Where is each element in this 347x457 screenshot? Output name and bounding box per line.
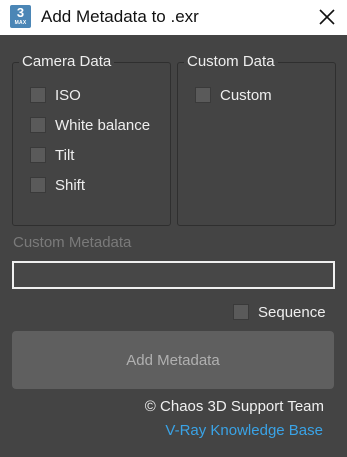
iso-checkbox[interactable] (30, 87, 46, 103)
sequence-label: Sequence (258, 304, 326, 321)
custom-metadata-input[interactable] (12, 261, 335, 289)
camera-data-title: Camera Data (19, 53, 115, 70)
title-bar: 3 MAX Add Metadata to .exr (0, 0, 347, 35)
white-balance-checkbox[interactable] (30, 117, 46, 133)
custom-label: Custom (220, 87, 272, 104)
shift-label: Shift (55, 177, 86, 194)
tilt-label: Tilt (55, 147, 75, 164)
iso-label: ISO (55, 87, 81, 104)
close-button[interactable] (313, 3, 341, 31)
sequence-checkbox[interactable] (233, 304, 249, 320)
3ds-max-app-icon: 3 MAX (10, 5, 31, 28)
tilt-checkbox[interactable] (30, 147, 46, 163)
white-balance-label: White balance (55, 117, 151, 134)
credit-text: © Chaos 3D Support Team (144, 398, 324, 415)
vray-knowledge-base-link[interactable]: V-Ray Knowledge Base (165, 422, 323, 439)
add-metadata-button[interactable]: Add Metadata (12, 331, 334, 389)
app-icon-number: 3 (16, 5, 25, 20)
app-icon-label: MAX (14, 20, 27, 26)
custom-checkbox[interactable] (195, 87, 211, 103)
custom-metadata-label: Custom Metadata (13, 234, 132, 251)
custom-data-group: Custom Data Custom (177, 53, 336, 226)
close-icon (319, 9, 335, 25)
sequence-checkbox-row[interactable]: Sequence (233, 303, 333, 323)
camera-data-group: Camera Data ISO White balance Tilt Shift (12, 53, 171, 226)
custom-data-title: Custom Data (184, 53, 278, 70)
shift-checkbox[interactable] (30, 177, 46, 193)
window-title: Add Metadata to .exr (41, 7, 199, 26)
